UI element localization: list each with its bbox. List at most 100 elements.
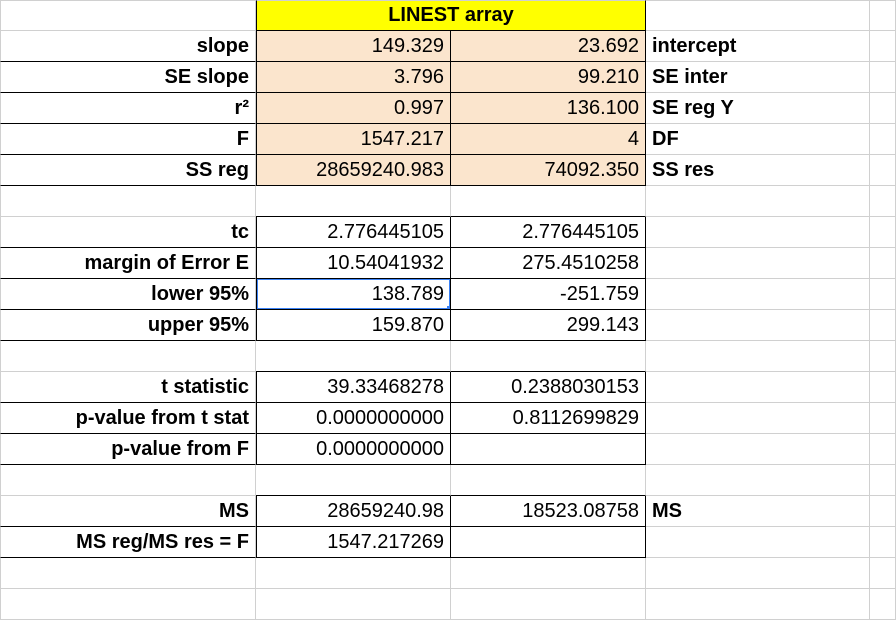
empty-cell[interactable] bbox=[256, 186, 451, 217]
label-ss-reg[interactable]: SS reg bbox=[0, 155, 256, 186]
value-DF[interactable]: 4 bbox=[451, 124, 646, 155]
empty-cell[interactable] bbox=[646, 0, 870, 31]
empty-cell[interactable] bbox=[646, 248, 870, 279]
value-intercept[interactable]: 23.692 bbox=[451, 31, 646, 62]
empty-cell[interactable] bbox=[646, 186, 870, 217]
label-slope[interactable]: slope bbox=[0, 31, 256, 62]
linest-header[interactable]: LINEST array bbox=[256, 0, 646, 31]
empty-cell[interactable] bbox=[870, 496, 896, 527]
value-r2[interactable]: 0.997 bbox=[256, 93, 451, 124]
empty-cell[interactable] bbox=[870, 248, 896, 279]
value-upper95-a[interactable]: 159.870 bbox=[256, 310, 451, 341]
value-E-a[interactable]: 10.54041932 bbox=[256, 248, 451, 279]
value-msreg-msres[interactable]: 1547.217269 bbox=[256, 527, 451, 558]
label-p-from-t[interactable]: p-value from t stat bbox=[0, 403, 256, 434]
value-pt-b[interactable]: 0.8112699829 bbox=[451, 403, 646, 434]
value-upper95-b[interactable]: 299.143 bbox=[451, 310, 646, 341]
value-se-slope[interactable]: 3.796 bbox=[256, 62, 451, 93]
empty-cell[interactable] bbox=[451, 589, 646, 620]
label-p-from-F[interactable]: p-value from F bbox=[0, 434, 256, 465]
empty-cell[interactable] bbox=[0, 341, 256, 372]
empty-cell[interactable] bbox=[451, 527, 646, 558]
label-MS-right[interactable]: MS bbox=[646, 496, 870, 527]
empty-cell[interactable] bbox=[870, 217, 896, 248]
empty-cell[interactable] bbox=[646, 403, 870, 434]
value-ss-reg[interactable]: 28659240.983 bbox=[256, 155, 451, 186]
empty-cell[interactable] bbox=[256, 341, 451, 372]
value-tc-b[interactable]: 2.776445105 bbox=[451, 217, 646, 248]
value-lower95-a[interactable]: 138.789 bbox=[256, 279, 451, 310]
label-se-slope[interactable]: SE slope bbox=[0, 62, 256, 93]
empty-cell[interactable] bbox=[646, 589, 870, 620]
empty-cell[interactable] bbox=[0, 0, 256, 31]
label-upper95[interactable]: upper 95% bbox=[0, 310, 256, 341]
spreadsheet-grid[interactable]: LINEST array slope 149.329 23.692 interc… bbox=[0, 0, 896, 620]
empty-cell[interactable] bbox=[451, 558, 646, 589]
label-intercept[interactable]: intercept bbox=[646, 31, 870, 62]
empty-cell[interactable] bbox=[646, 465, 870, 496]
empty-cell[interactable] bbox=[451, 186, 646, 217]
empty-cell[interactable] bbox=[870, 279, 896, 310]
empty-cell[interactable] bbox=[870, 589, 896, 620]
empty-cell[interactable] bbox=[870, 0, 896, 31]
empty-cell[interactable] bbox=[451, 341, 646, 372]
empty-cell[interactable] bbox=[870, 403, 896, 434]
empty-cell[interactable] bbox=[870, 62, 896, 93]
empty-cell[interactable] bbox=[646, 558, 870, 589]
empty-cell[interactable] bbox=[870, 31, 896, 62]
label-tc[interactable]: tc bbox=[0, 217, 256, 248]
empty-cell[interactable] bbox=[870, 341, 896, 372]
empty-cell[interactable] bbox=[646, 279, 870, 310]
value-tstat-b[interactable]: 0.2388030153 bbox=[451, 372, 646, 403]
empty-cell[interactable] bbox=[870, 186, 896, 217]
empty-cell[interactable] bbox=[0, 589, 256, 620]
value-MS-a[interactable]: 28659240.98 bbox=[256, 496, 451, 527]
empty-cell[interactable] bbox=[870, 93, 896, 124]
empty-cell[interactable] bbox=[0, 465, 256, 496]
empty-cell[interactable] bbox=[870, 372, 896, 403]
empty-cell[interactable] bbox=[646, 527, 870, 558]
empty-cell[interactable] bbox=[646, 434, 870, 465]
value-pt-a[interactable]: 0.0000000000 bbox=[256, 403, 451, 434]
value-tc-a[interactable]: 2.776445105 bbox=[256, 217, 451, 248]
value-tstat-a[interactable]: 39.33468278 bbox=[256, 372, 451, 403]
empty-cell[interactable] bbox=[0, 558, 256, 589]
empty-cell[interactable] bbox=[646, 341, 870, 372]
empty-cell[interactable] bbox=[646, 217, 870, 248]
label-tstat[interactable]: t statistic bbox=[0, 372, 256, 403]
value-se-reg-y[interactable]: 136.100 bbox=[451, 93, 646, 124]
value-MS-b[interactable]: 18523.08758 bbox=[451, 496, 646, 527]
label-msreg-msres[interactable]: MS reg/MS res = F bbox=[0, 527, 256, 558]
value-ss-res[interactable]: 74092.350 bbox=[451, 155, 646, 186]
value-E-b[interactable]: 275.4510258 bbox=[451, 248, 646, 279]
empty-cell[interactable] bbox=[451, 465, 646, 496]
label-lower95[interactable]: lower 95% bbox=[0, 279, 256, 310]
empty-cell[interactable] bbox=[451, 434, 646, 465]
empty-cell[interactable] bbox=[870, 527, 896, 558]
value-lower95-b[interactable]: -251.759 bbox=[451, 279, 646, 310]
empty-cell[interactable] bbox=[256, 558, 451, 589]
empty-cell[interactable] bbox=[870, 155, 896, 186]
empty-cell[interactable] bbox=[646, 372, 870, 403]
empty-cell[interactable] bbox=[870, 465, 896, 496]
label-DF[interactable]: DF bbox=[646, 124, 870, 155]
empty-cell[interactable] bbox=[256, 589, 451, 620]
empty-cell[interactable] bbox=[870, 124, 896, 155]
empty-cell[interactable] bbox=[0, 186, 256, 217]
value-slope[interactable]: 149.329 bbox=[256, 31, 451, 62]
label-F[interactable]: F bbox=[0, 124, 256, 155]
empty-cell[interactable] bbox=[870, 434, 896, 465]
value-F[interactable]: 1547.217 bbox=[256, 124, 451, 155]
value-se-inter[interactable]: 99.210 bbox=[451, 62, 646, 93]
label-se-inter[interactable]: SE inter bbox=[646, 62, 870, 93]
empty-cell[interactable] bbox=[646, 310, 870, 341]
empty-cell[interactable] bbox=[870, 558, 896, 589]
label-se-reg-y[interactable]: SE reg Y bbox=[646, 93, 870, 124]
value-pF[interactable]: 0.0000000000 bbox=[256, 434, 451, 465]
label-ss-res[interactable]: SS res bbox=[646, 155, 870, 186]
label-margin-error[interactable]: margin of Error E bbox=[0, 248, 256, 279]
empty-cell[interactable] bbox=[870, 310, 896, 341]
empty-cell[interactable] bbox=[256, 465, 451, 496]
label-MS[interactable]: MS bbox=[0, 496, 256, 527]
label-r2[interactable]: r² bbox=[0, 93, 256, 124]
